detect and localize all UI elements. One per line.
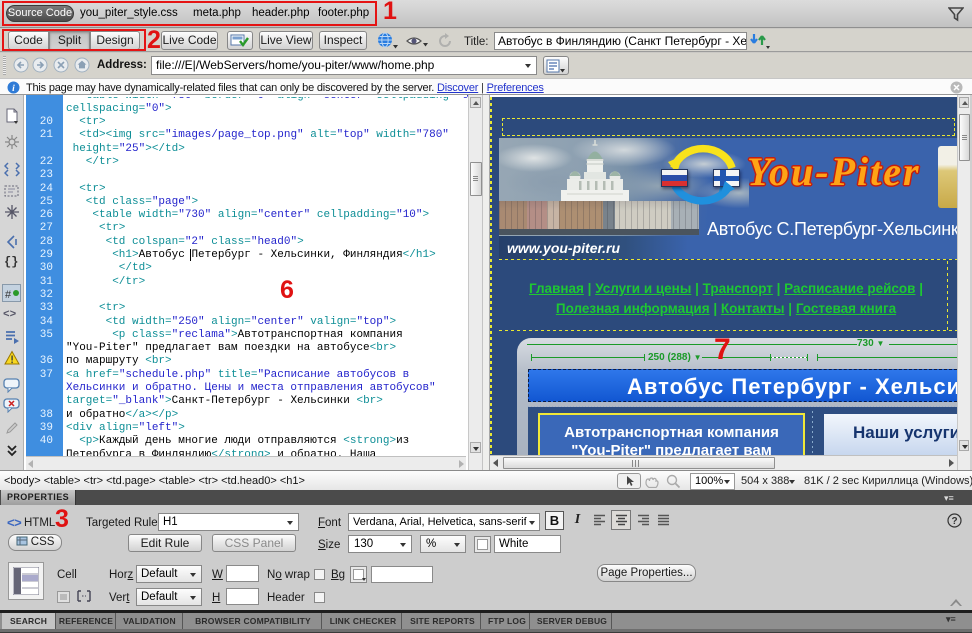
svg-text:i: i [12, 84, 15, 94]
svg-text:?: ? [951, 516, 957, 527]
